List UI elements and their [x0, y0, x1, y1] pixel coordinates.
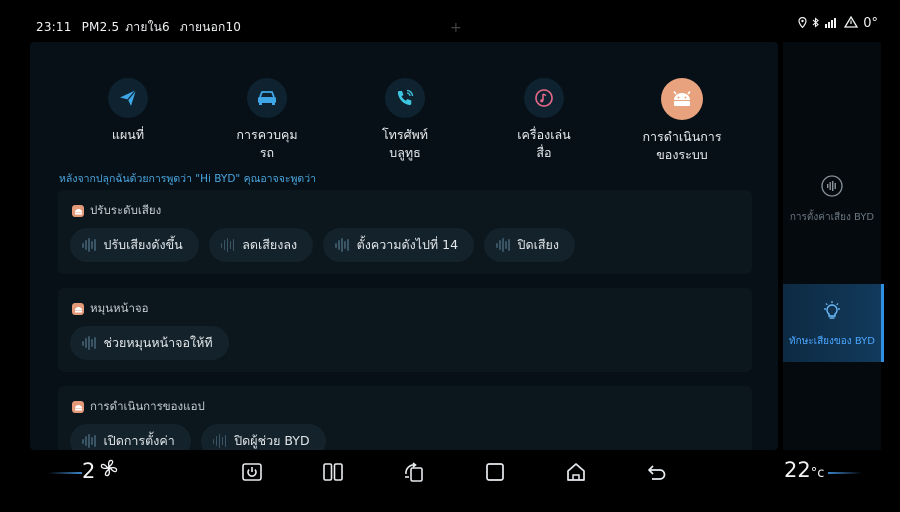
- card-title-text: หมุนหน้าจอ: [90, 301, 149, 315]
- card-rotate-screen: หมุนหน้าจอ ช่วยหมุนหน้าจอให้ที: [58, 288, 752, 372]
- chip-volume-set[interactable]: ตั้งความดังไปที่ 14: [323, 228, 475, 262]
- card-app-operation: การดำเนินการของแอป เปิดการตั้งค่า ปิดผู้…: [58, 386, 752, 450]
- app-label: เครื่องเล่น สื่อ: [484, 126, 604, 162]
- lightbulb-icon: [783, 284, 881, 326]
- tab-voice-skills[interactable]: ทักษะเสียงของ BYD: [783, 284, 884, 362]
- chip-label: ปิดผู้ช่วย BYD: [234, 433, 310, 448]
- app-label: โทรศัพท์ บลูทูธ: [345, 126, 465, 162]
- card-title-text: การดำเนินการของแอป: [90, 399, 205, 413]
- chip-row: ช่วยหมุนหน้าจอให้ที: [70, 326, 229, 360]
- app-shortcuts: แผนที่ การควบคุม รถ โทรศัพท์ บลูทูธ เครื…: [30, 78, 778, 168]
- tab-voice-settings[interactable]: การตั้งค่าเสียง BYD: [783, 174, 881, 234]
- chip-label: ปิดเสียง: [517, 237, 559, 252]
- power-screen-icon[interactable]: [240, 460, 264, 484]
- tab-label: การตั้งค่าเสียง BYD: [789, 212, 875, 223]
- voice-wave-circle-icon: [783, 174, 881, 202]
- left-glow: [48, 472, 82, 474]
- status-inside: ภายใน6: [125, 20, 170, 34]
- status-left: 23:11 PM2.5 ภายใน6 ภายนอก10: [36, 18, 247, 37]
- voice-wave-icon: [496, 238, 510, 252]
- status-right: 0°: [798, 15, 878, 31]
- music-icon: [524, 78, 564, 118]
- tab-label: ทักษะเสียงของ BYD: [789, 336, 875, 347]
- chip-rotate[interactable]: ช่วยหมุนหน้าจอให้ที: [70, 326, 229, 360]
- voice-wave-icon: [82, 238, 96, 252]
- split-screen-icon[interactable]: [321, 460, 345, 484]
- send-icon: [108, 78, 148, 118]
- chip-mute[interactable]: ปิดเสียง: [484, 228, 575, 262]
- chip-label: ลดเสียงลง: [242, 237, 298, 252]
- app-vehicle-control[interactable]: การควบคุม รถ: [207, 78, 327, 162]
- chip-row: ปรับเสียงดังขึ้น ลดเสียงลง ตั้งความดังไป…: [70, 228, 575, 262]
- voice-wave-icon: [212, 434, 227, 448]
- temperature-control[interactable]: 22°c: [784, 458, 824, 482]
- chip-row: เปิดการตั้งค่า ปิดผู้ช่วย BYD: [70, 424, 326, 450]
- app-label-text: การควบคุม รถ: [236, 127, 298, 160]
- recent-apps-icon[interactable]: [483, 460, 507, 484]
- back-icon[interactable]: [645, 460, 669, 484]
- fan-control[interactable]: 2: [82, 458, 119, 483]
- card-title: หมุนหน้าจอ: [72, 300, 149, 318]
- app-system-operation[interactable]: การดำเนินการ ของระบบ: [622, 78, 742, 164]
- voice-wave-icon: [220, 238, 235, 252]
- fan-icon: [99, 458, 119, 483]
- app-label-text: การดำเนินการ ของระบบ: [642, 129, 722, 162]
- bluetooth-icon: [812, 16, 820, 31]
- app-label-text: เครื่องเล่น สื่อ: [517, 127, 571, 160]
- chip-volume-down[interactable]: ลดเสียงลง: [208, 228, 314, 262]
- phone-icon: [385, 78, 425, 118]
- card-android-icon: [72, 401, 84, 413]
- home-icon[interactable]: [564, 460, 588, 484]
- location-icon: [798, 16, 807, 31]
- bottom-bar: 2 22°c: [0, 450, 900, 512]
- fan-level: 2: [82, 458, 96, 483]
- right-glow: [828, 472, 862, 474]
- app-media-player[interactable]: เครื่องเล่น สื่อ: [484, 78, 604, 162]
- sun-warning-icon: [844, 15, 859, 31]
- signal-icon: [825, 17, 839, 31]
- voice-assistant-panel: แผนที่ การควบคุม รถ โทรศัพท์ บลูทูธ เครื…: [30, 42, 778, 450]
- chip-label: ตั้งความดังไปที่ 14: [356, 237, 459, 252]
- voice-wave-icon: [82, 336, 96, 350]
- status-pm25: PM2.5: [81, 20, 120, 34]
- android-icon: [661, 78, 703, 120]
- status-outside: ภายนอก10: [179, 20, 242, 34]
- app-maps[interactable]: แผนที่: [68, 78, 188, 144]
- temp-value: 22: [784, 458, 811, 482]
- status-time: 23:11: [36, 20, 72, 34]
- voice-wave-icon: [82, 434, 96, 448]
- card-title: การดำเนินการของแอป: [72, 398, 205, 416]
- rotate-screen-icon[interactable]: [402, 460, 426, 484]
- app-label-text: โทรศัพท์ บลูทูธ: [381, 127, 429, 160]
- plus-icon: +: [450, 20, 462, 36]
- app-bluetooth-phone[interactable]: โทรศัพท์ บลูทูธ: [345, 78, 465, 162]
- chip-open-settings[interactable]: เปิดการตั้งค่า: [70, 424, 191, 450]
- temp-unit: °c: [810, 466, 825, 481]
- chip-volume-up[interactable]: ปรับเสียงดังขึ้น: [70, 228, 199, 262]
- card-volume: ปรับระดับเสียง ปรับเสียงดังขึ้น ลดเสียงล…: [58, 190, 752, 274]
- app-label: แผนที่: [111, 127, 145, 142]
- side-tabs: การตั้งค่าเสียง BYD ทักษะเสียงของ BYD: [783, 42, 884, 450]
- card-android-icon: [72, 205, 84, 217]
- chip-label: เปิดการตั้งค่า: [103, 433, 175, 448]
- card-android-icon: [72, 303, 84, 315]
- chip-label: ปรับเสียงดังขึ้น: [103, 237, 183, 252]
- app-label: การดำเนินการ ของระบบ: [622, 128, 742, 164]
- app-label: การควบคุม รถ: [207, 126, 327, 162]
- chip-close-assistant[interactable]: ปิดผู้ช่วย BYD: [200, 424, 326, 450]
- wake-hint: หลังจากปลุกฉันด้วยการพูดว่า "Hi BYD" คุณ…: [59, 173, 317, 185]
- outside-temperature: 0°: [863, 16, 878, 31]
- voice-wave-icon: [335, 238, 349, 252]
- chip-label: ช่วยหมุนหน้าจอให้ที: [103, 335, 213, 350]
- car-icon: [247, 78, 287, 118]
- status-bar: 23:11 PM2.5 ภายใน6 ภายนอก10 + 0°: [0, 0, 900, 42]
- card-title: ปรับระดับเสียง: [72, 202, 161, 220]
- card-title-text: ปรับระดับเสียง: [90, 203, 162, 217]
